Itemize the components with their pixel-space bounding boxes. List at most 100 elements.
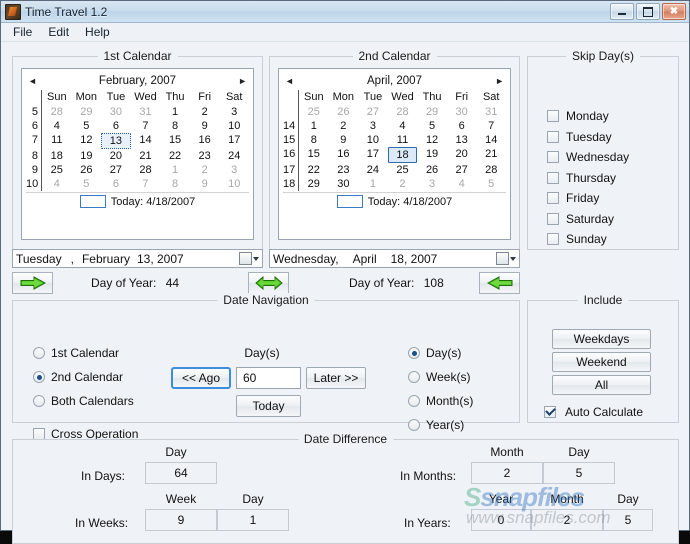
calendar-day-cell[interactable]: 5	[72, 119, 102, 133]
calendar-second-grid[interactable]: Sun Mon Tue Wed Thu Fri Sat 25 26 27 28 29 30 31 14 1 2 3…	[283, 90, 506, 191]
copy-left-button[interactable]	[479, 272, 520, 294]
checkbox-skip-saturday[interactable]: Saturday	[547, 212, 614, 226]
calendar-day-cell[interactable]: 4	[42, 119, 72, 133]
calendar-day-cell[interactable]: 2	[388, 177, 418, 191]
close-button[interactable]: ✖	[662, 3, 686, 20]
calendar-day-cell[interactable]: 3	[358, 119, 388, 133]
calendar-day-cell[interactable]: 19	[72, 149, 102, 163]
minimize-button[interactable]	[610, 3, 634, 20]
all-button[interactable]: All	[552, 375, 651, 395]
calendar-day-cell[interactable]: 23	[190, 149, 220, 163]
calendar-day-cell[interactable]: 7	[476, 119, 506, 133]
calendar-first-grid[interactable]: Sun Mon Tue Wed Thu Fri Sat 5 28 29 30 31 1 2 3 6 4 5 6 7 8 9…	[26, 90, 249, 191]
calendar-day-cell[interactable]: 17	[358, 147, 388, 163]
calendar-day-cell[interactable]: 1	[160, 105, 190, 119]
radio-unit-months[interactable]: Month(s)	[408, 394, 473, 408]
days-amount-input[interactable]: 60	[236, 367, 301, 389]
today-button[interactable]: Today	[236, 395, 301, 417]
checkbox-skip-thursday[interactable]: Thursday	[547, 171, 616, 185]
calendar-day-cell[interactable]: 28	[131, 163, 161, 177]
calendar-day-cell[interactable]: 1	[358, 177, 388, 191]
checkbox-skip-wednesday[interactable]: Wednesday	[547, 150, 629, 164]
calendar-day-cell[interactable]: 13	[101, 133, 131, 149]
later-button[interactable]: Later >>	[306, 367, 366, 389]
calendar-day-cell[interactable]: 8	[299, 133, 329, 147]
calendar-day-cell[interactable]: 5	[476, 177, 506, 191]
calendar-day-cell[interactable]: 28	[388, 105, 418, 119]
calendar-day-cell[interactable]: 22	[299, 163, 329, 177]
calendar-day-cell[interactable]: 21	[476, 147, 506, 163]
calendar-day-cell[interactable]: 10	[219, 119, 249, 133]
calendar-day-cell[interactable]: 7	[131, 177, 161, 191]
date-field-first[interactable]: Tuesday , February 13, 2007	[12, 249, 263, 268]
calendar-day-cell[interactable]: 8	[160, 119, 190, 133]
calendar-day-cell[interactable]: 10	[358, 133, 388, 147]
calendar-day-cell[interactable]: 20	[101, 149, 131, 163]
calendar-day-cell[interactable]: 26	[329, 105, 359, 119]
calendar-day-cell[interactable]: 4	[388, 119, 418, 133]
calendar-day-cell[interactable]: 11	[388, 133, 418, 147]
prev-month-icon[interactable]: ◄	[285, 76, 294, 86]
calendar-day-cell[interactable]: 2	[190, 105, 220, 119]
calendar-day-cell[interactable]: 12	[72, 133, 102, 149]
date-picker-dropdown[interactable]	[496, 252, 516, 265]
calendar-day-cell[interactable]: 6	[101, 119, 131, 133]
calendar-day-cell[interactable]: 28	[476, 163, 506, 177]
calendar-day-cell[interactable]: 19	[417, 147, 447, 163]
radio-second-calendar[interactable]: 2nd Calendar	[33, 370, 123, 384]
calendar-day-cell[interactable]: 16	[329, 147, 359, 163]
calendar-day-cell[interactable]: 26	[72, 163, 102, 177]
calendar-day-cell[interactable]: 14	[131, 133, 161, 149]
calendar-day-cell[interactable]: 4	[447, 177, 477, 191]
calendar-day-cell[interactable]: 16	[190, 133, 220, 149]
prev-month-icon[interactable]: ◄	[28, 76, 37, 86]
calendar-day-cell[interactable]: 2	[190, 163, 220, 177]
swap-dates-button[interactable]	[248, 272, 289, 294]
calendar-day-cell[interactable]: 31	[131, 105, 161, 119]
calendar-day-cell[interactable]: 15	[299, 147, 329, 163]
checkbox-auto-calculate[interactable]: Auto Calculate	[544, 405, 643, 419]
calendar-day-cell[interactable]: 6	[447, 119, 477, 133]
calendar-day-cell[interactable]: 31	[476, 105, 506, 119]
calendar-day-cell[interactable]: 3	[219, 163, 249, 177]
calendar-day-cell[interactable]: 12	[417, 133, 447, 147]
calendar-day-cell[interactable]: 25	[388, 163, 418, 177]
calendar-day-cell[interactable]: 1	[299, 119, 329, 133]
calendar-day-cell[interactable]: 13	[447, 133, 477, 147]
calendar-day-cell[interactable]: 2	[329, 119, 359, 133]
calendar-day-cell[interactable]: 21	[131, 149, 161, 163]
menu-edit[interactable]: Edit	[40, 24, 77, 40]
calendar-day-cell[interactable]: 22	[160, 149, 190, 163]
calendar-day-cell[interactable]: 7	[131, 119, 161, 133]
calendar-day-cell[interactable]: 1	[160, 163, 190, 177]
calendar-day-cell[interactable]: 29	[299, 177, 329, 191]
calendar-day-cell[interactable]: 4	[42, 177, 72, 191]
copy-right-button[interactable]	[12, 272, 53, 294]
ago-button[interactable]: << Ago	[171, 367, 231, 389]
calendar-day-cell[interactable]: 6	[101, 177, 131, 191]
radio-both-calendars[interactable]: Both Calendars	[33, 394, 134, 408]
calendar-day-cell[interactable]: 15	[160, 133, 190, 149]
date-picker-dropdown[interactable]	[239, 252, 259, 265]
calendar-day-cell[interactable]: 29	[72, 105, 102, 119]
calendar-day-cell[interactable]: 3	[219, 105, 249, 119]
date-field-second[interactable]: Wednesday, April 18, 2007	[269, 249, 520, 268]
next-month-icon[interactable]: ►	[238, 76, 247, 86]
calendar-day-cell[interactable]: 30	[101, 105, 131, 119]
calendar-day-cell[interactable]: 29	[417, 105, 447, 119]
calendar-day-cell[interactable]: 27	[101, 163, 131, 177]
calendar-second[interactable]: ◄ April, 2007 ► Sun Mon Tue Wed Thu Fri Sat 25 2…	[278, 68, 511, 240]
calendar-day-cell[interactable]: 9	[190, 119, 220, 133]
calendar-day-cell[interactable]: 25	[299, 105, 329, 119]
calendar-day-cell[interactable]: 5	[417, 119, 447, 133]
calendar-day-cell[interactable]: 27	[447, 163, 477, 177]
calendar-day-cell[interactable]: 11	[42, 133, 72, 149]
calendar-day-cell[interactable]: 27	[358, 105, 388, 119]
calendar-day-cell[interactable]: 18	[42, 149, 72, 163]
calendar-day-cell[interactable]: 14	[476, 133, 506, 147]
checkbox-skip-tuesday[interactable]: Tuesday	[547, 130, 612, 144]
weekdays-button[interactable]: Weekdays	[552, 329, 651, 349]
maximize-button[interactable]	[636, 3, 660, 20]
checkbox-skip-friday[interactable]: Friday	[547, 191, 599, 205]
checkbox-skip-sunday[interactable]: Sunday	[547, 232, 607, 246]
